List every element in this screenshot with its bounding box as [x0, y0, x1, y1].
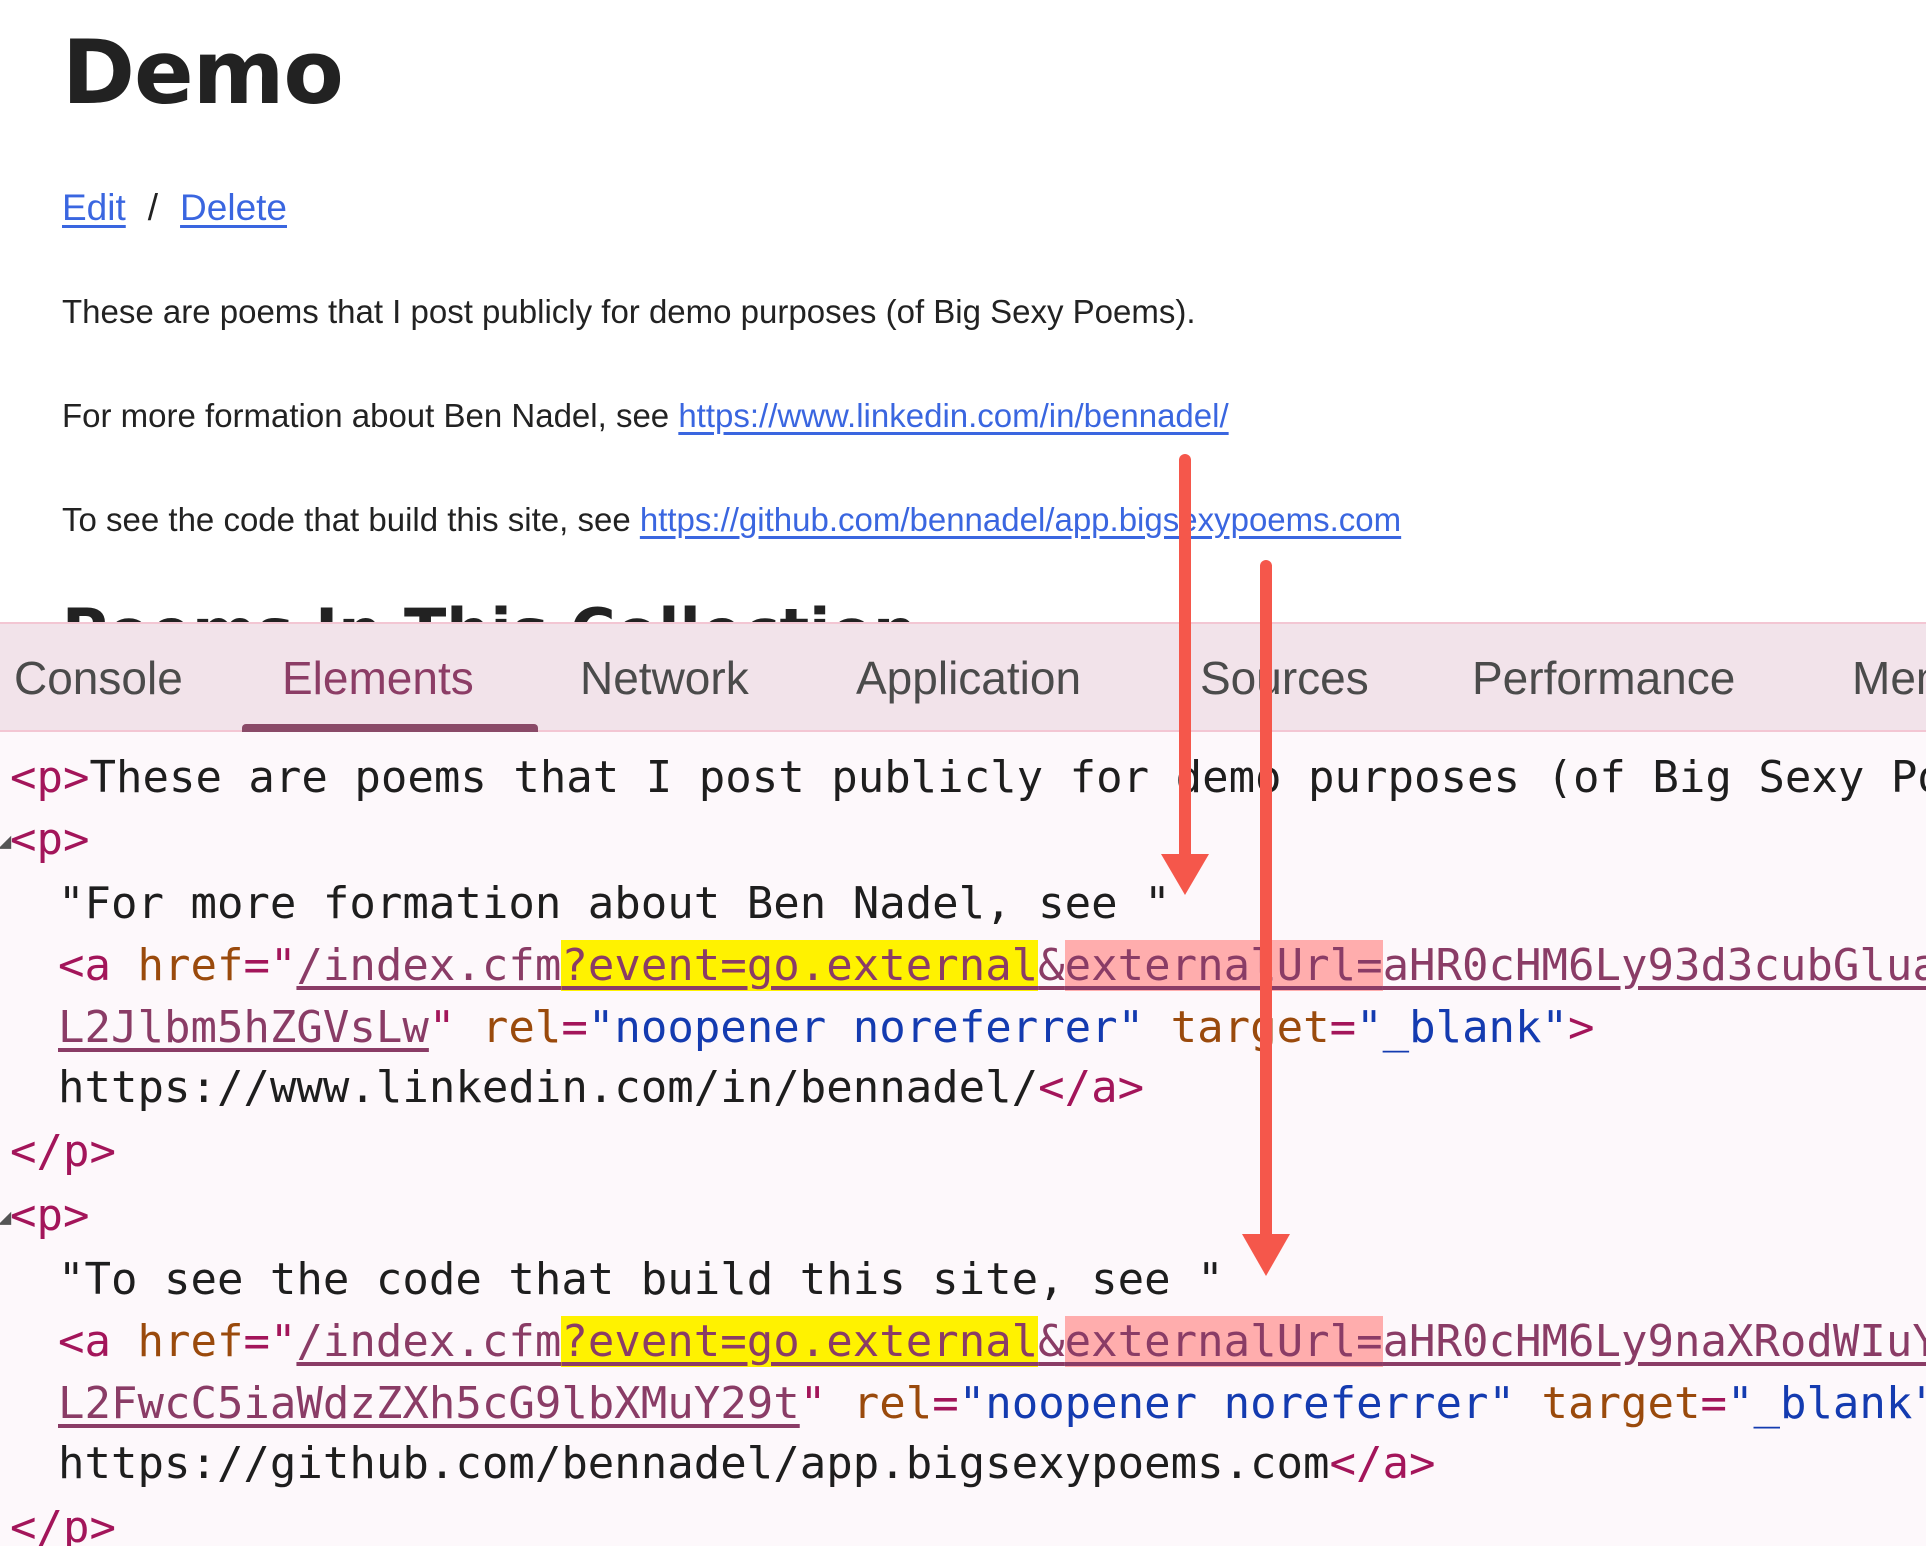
- description-text: These are poems that I post publicly for…: [62, 293, 1196, 330]
- linkedin-link[interactable]: https://www.linkedin.com/in/bennadel/: [678, 397, 1228, 434]
- collection-actions: Edit / Delete: [62, 186, 287, 230]
- attr-close-quote: ": [799, 1378, 827, 1429]
- dom-node-p-linkedin[interactable]: <p>: [10, 812, 89, 872]
- attr-rel: rel: [852, 1378, 933, 1429]
- tag-p-open: <p>: [10, 1190, 90, 1241]
- tab-performance[interactable]: Performance: [1472, 650, 1735, 706]
- text-node-linkedin: "For more formation about Ben Nadel, see…: [58, 876, 1171, 936]
- linkedin-paragraph-text: For more formation about Ben Nadel, see: [62, 397, 679, 434]
- event-param-highlight[interactable]: ?event=go.external: [561, 1316, 1039, 1367]
- attr-target-value: "_blank": [1356, 1002, 1569, 1053]
- devtools-tab-bar: Console Elements Network Application Sou…: [0, 622, 1926, 732]
- page-title: Demo: [62, 21, 344, 124]
- event-param-highlight[interactable]: ?event=go.external: [561, 940, 1039, 991]
- edit-link[interactable]: Edit: [62, 187, 126, 228]
- tag-a-open: <a: [58, 940, 138, 991]
- external-url-param-highlight[interactable]: externalUrl=: [1064, 940, 1383, 991]
- dom-node-a-github-cont: L2FwcC5iaWdzZXh5cG9lbXMuY29t" rel="noope…: [58, 1376, 1926, 1436]
- tag-a-open: <a: [58, 1316, 138, 1367]
- href-path[interactable]: /index.cfm: [296, 940, 561, 991]
- tab-elements[interactable]: Elements: [282, 650, 474, 706]
- a-text-content: https://github.com/bennadel/app.bigsexyp…: [58, 1438, 1330, 1489]
- delete-link[interactable]: Delete: [180, 187, 287, 228]
- tag-gt: >: [1568, 1002, 1595, 1053]
- dom-node-a-github[interactable]: <a href="/index.cfm?event=go.external&ex…: [58, 1314, 1926, 1374]
- href-amp[interactable]: &: [1038, 940, 1065, 991]
- tab-application[interactable]: Application: [856, 650, 1081, 706]
- tab-console[interactable]: Console: [14, 650, 183, 706]
- href-encoded-tail[interactable]: L2Jlbm5hZGVsLw: [58, 1002, 429, 1053]
- a-text-github: https://github.com/bennadel/app.bigsexyp…: [58, 1436, 1436, 1496]
- github-paragraph: To see the code that build this site, se…: [62, 498, 1401, 542]
- description-paragraph: These are poems that I post publicly for…: [62, 290, 1196, 334]
- tag-p-close-text: </p>: [10, 1126, 116, 1177]
- active-tab-indicator: [242, 724, 538, 732]
- attr-target: target: [1170, 1002, 1330, 1053]
- github-link[interactable]: https://github.com/bennadel/app.bigsexyp…: [640, 501, 1401, 538]
- collection-heading: Poems In This Collection: [62, 594, 917, 622]
- attr-href: href: [137, 940, 244, 991]
- tag-a-close: </a>: [1038, 1062, 1145, 1113]
- href-path[interactable]: /index.cfm: [296, 1316, 561, 1367]
- attr-rel: rel: [481, 1002, 562, 1053]
- page-content: Demo Edit / Delete These are poems that I …: [0, 0, 1926, 622]
- a-text-linkedin: https://www.linkedin.com/in/bennadel/</a…: [58, 1060, 1144, 1120]
- elements-tree: <p>These are poems that I post publicly …: [0, 732, 1926, 1546]
- tab-sources[interactable]: Sources: [1200, 650, 1369, 706]
- href-encoded-value[interactable]: aHR0cHM6Ly93d3cubGlua2VkaW4uY29tL2luL2Jl…: [1383, 940, 1926, 991]
- github-paragraph-text: To see the code that build this site, se…: [62, 501, 640, 538]
- dom-node-p-description[interactable]: <p>These are poems that I post publicly …: [10, 750, 1926, 810]
- href-amp[interactable]: &: [1038, 1316, 1065, 1367]
- text-node-content: "For more formation about Ben Nadel, see…: [58, 878, 1171, 929]
- attr-target-value: "_blank": [1726, 1378, 1926, 1429]
- attr-rel-value: "noopener noreferrer": [958, 1378, 1516, 1429]
- dom-node-a-linkedin-cont: L2Jlbm5hZGVsLw" rel="noopener noreferrer…: [58, 1002, 1595, 1053]
- tag-p-close: </p>: [10, 1124, 116, 1184]
- external-url-param-highlight[interactable]: externalUrl=: [1064, 1316, 1383, 1367]
- attr-close-quote: ": [428, 1002, 456, 1053]
- a-text-content: https://www.linkedin.com/in/bennadel/: [58, 1062, 1039, 1113]
- tag-p-open: <p>: [10, 814, 90, 865]
- tab-memory[interactable]: Mem: [1852, 650, 1926, 706]
- tag-a-close: </a>: [1329, 1438, 1436, 1489]
- dom-node-a-linkedin[interactable]: <a href="/index.cfm?event=go.external&ex…: [58, 938, 1926, 998]
- linkedin-paragraph: For more formation about Ben Nadel, see …: [62, 394, 1229, 438]
- href-encoded-tail[interactable]: L2FwcC5iaWdzZXh5cG9lbXMuY29t: [58, 1378, 800, 1429]
- tag-p-close: </p>: [10, 1500, 116, 1546]
- tag-p-open: <p>: [10, 752, 90, 803]
- attr-eq: =": [243, 940, 297, 991]
- dom-node-p-github[interactable]: <p>: [10, 1188, 89, 1248]
- text-node-content: "To see the code that build this site, s…: [58, 1254, 1224, 1305]
- tag-p-close-text: </p>: [10, 1502, 116, 1546]
- attr-eq: =": [243, 1316, 297, 1367]
- attr-rel-value: "noopener noreferrer": [587, 1002, 1145, 1053]
- attr-target: target: [1541, 1378, 1701, 1429]
- text-node-github: "To see the code that build this site, s…: [58, 1252, 1224, 1312]
- href-encoded-value[interactable]: aHR0cHM6Ly9naXRodWIuY29tL2Jlbm5hZGVsL2Fw…: [1383, 1316, 1926, 1367]
- actions-separator: /: [147, 187, 159, 228]
- tab-network[interactable]: Network: [580, 650, 749, 706]
- devtools-panel: Console Elements Network Application Sou…: [0, 622, 1926, 1546]
- attr-href: href: [137, 1316, 244, 1367]
- text-node: These are poems that I post publicly for…: [89, 752, 1926, 803]
